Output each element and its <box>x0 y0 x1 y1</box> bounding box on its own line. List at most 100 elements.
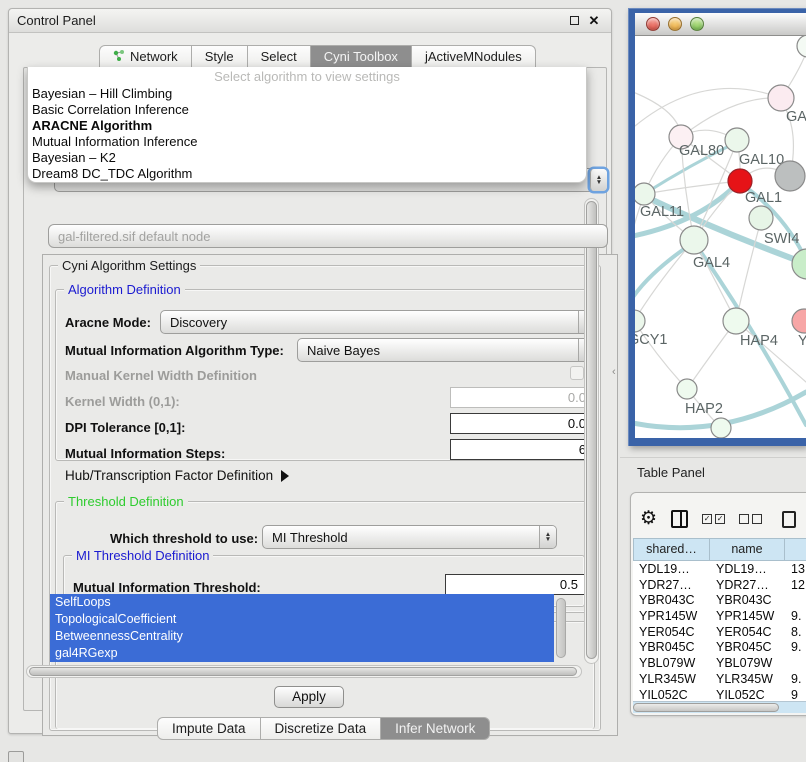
table-cell: YDR27… <box>633 577 710 593</box>
node-partial-top[interactable] <box>797 36 806 57</box>
dropdown-item[interactable]: Bayesian – Hill Climbing <box>28 86 586 102</box>
attribute-item[interactable]: BetweennessCentrality <box>50 628 554 645</box>
attribute-item[interactable]: gal4RGexp <box>50 645 554 662</box>
node-label: GAL80 <box>679 143 724 159</box>
mi-algorithm-type-value: Naive Bayes <box>298 343 578 358</box>
node-swi4[interactable] <box>749 206 773 230</box>
table-horizontal-scrollbar[interactable] <box>633 701 806 713</box>
table-toolbar: ⚙ ✓✓ <box>640 505 806 533</box>
tab-cyni-toolbox[interactable]: Cyni Toolbox <box>311 45 412 68</box>
tab-infer-network[interactable]: Infer Network <box>381 717 490 740</box>
expand-right-icon[interactable] <box>281 470 289 482</box>
node-gray[interactable] <box>775 161 805 191</box>
tab-select[interactable]: Select <box>248 45 311 68</box>
column-header[interactable]: name <box>710 538 785 561</box>
node-gcy1[interactable] <box>635 310 645 332</box>
docked-panel-icon[interactable] <box>8 751 24 762</box>
hub-definition-label: Hub/Transcription Factor Definition <box>65 468 273 483</box>
tab-label: Cyni Toolbox <box>324 49 398 64</box>
table-body: YDL19…YDL19…13YDR27…YDR27…12YBR043CYBR04… <box>633 561 806 702</box>
kernel-width-field[interactable]: 0.0 <box>450 387 593 408</box>
threshold-definition-title: Threshold Definition <box>64 494 188 509</box>
table-row[interactable]: YLR345WYLR345W9. <box>633 671 806 687</box>
table-row[interactable]: YPR145WYPR145W9. <box>633 608 806 624</box>
attribute-item[interactable]: SelfLoops <box>50 594 554 611</box>
hub-definition-expander[interactable]: Hub/Transcription Factor Definition <box>65 468 289 483</box>
table-row[interactable]: YDR27…YDR27…12 <box>633 577 806 593</box>
screen: Control Panel ✕ NetworkStyleSelectCyni T… <box>0 0 806 762</box>
node-gal11[interactable] <box>635 183 655 205</box>
dropdown-item[interactable]: Mutual Information Inference <box>28 134 586 150</box>
network-window-titlebar <box>635 13 806 36</box>
dropdown-item[interactable]: Bayesian – K2 <box>28 150 586 166</box>
cyni-algorithm-settings-title: Cyni Algorithm Settings <box>58 258 200 273</box>
table-row[interactable]: YDL19…YDL19…13 <box>633 561 806 577</box>
column-layout-icon[interactable] <box>671 510 688 528</box>
float-window-icon[interactable] <box>567 14 581 28</box>
attributes-list-scrollbar[interactable] <box>556 598 566 658</box>
node-hap2[interactable] <box>677 379 697 399</box>
mac-close-icon[interactable] <box>646 17 660 31</box>
aracne-mode-combo[interactable]: Discovery ▲▼ <box>160 310 596 334</box>
tab-discretize-data[interactable]: Discretize Data <box>261 717 382 740</box>
combo-stepper-icon[interactable]: ▲▼ <box>590 169 607 191</box>
settings-gear-icon[interactable]: ⚙ <box>640 508 657 530</box>
table-cell: YBR045C <box>710 639 785 655</box>
column-header[interactable]: shared… <box>633 538 710 561</box>
mac-zoom-icon[interactable] <box>690 17 704 31</box>
node-gal-pink[interactable] <box>768 85 794 111</box>
table-cell: YBL079W <box>633 655 710 671</box>
which-threshold-combo[interactable]: MI Threshold ▲▼ <box>262 525 557 549</box>
table-row[interactable]: YER054CYER054C8. <box>633 624 806 640</box>
data-attributes-list[interactable]: SelfLoopsTopologicalCoefficientBetweenne… <box>50 594 554 662</box>
node-gal4[interactable] <box>680 226 708 254</box>
mi-threshold-field[interactable]: 0.5 <box>445 574 585 595</box>
table-cell: YER054C <box>710 624 785 640</box>
column-header[interactable]: A <box>785 538 806 561</box>
combo-stepper-icon[interactable]: ▲▼ <box>539 526 556 548</box>
table-row[interactable]: YIL052CYIL052C9 <box>633 687 806 703</box>
algorithm-dropdown-popup: Select algorithm to view settings Bayesi… <box>27 67 587 183</box>
table-row[interactable]: YBL079WYBL079W <box>633 655 806 671</box>
control-panel-window: Control Panel ✕ NetworkStyleSelectCyni T… <box>8 8 612 734</box>
table-row[interactable]: YBR043CYBR043C <box>633 592 806 608</box>
table-row[interactable]: YBR045CYBR045C9. <box>633 639 806 655</box>
dropdown-item[interactable]: Dream8 DC_TDC Algorithm <box>28 166 586 182</box>
tab-style[interactable]: Style <box>192 45 248 68</box>
table-panel-title: Table Panel <box>637 465 705 480</box>
mac-minimize-icon[interactable] <box>668 17 682 31</box>
mi-steps-field[interactable]: 6 <box>450 439 593 460</box>
tab-jactivemnodules[interactable]: jActiveMNodules <box>412 45 536 68</box>
node-attribute-table[interactable]: shared…nameA YDL19…YDL19…13YDR27…YDR27…1… <box>633 538 806 704</box>
panel-resize-handle[interactable]: ‹ <box>612 366 616 378</box>
dropdown-item[interactable]: Basic Correlation Inference <box>28 102 586 118</box>
node-salmon[interactable] <box>792 309 806 333</box>
node-label: GAL11 <box>640 204 684 220</box>
tab-network[interactable]: Network <box>99 45 192 68</box>
network-source-combo[interactable]: gal-filtered.sif default node <box>48 224 608 248</box>
node-hap4[interactable] <box>723 308 749 334</box>
select-all-icon[interactable]: ✓✓ <box>702 514 725 524</box>
apply-button[interactable]: Apply <box>274 686 344 708</box>
manual-kernel-width-label: Manual Kernel Width Definition <box>65 368 257 383</box>
node-gal10[interactable] <box>725 128 749 152</box>
divider <box>620 457 806 458</box>
attribute-item[interactable]: TopologicalCoefficient <box>50 611 554 628</box>
settings-vertical-scrollbar[interactable] <box>584 198 599 664</box>
network-canvas[interactable]: GALGAL80GAL10GAL1GAL11SWI4GAL4GCY1HAP4YH… <box>635 36 806 438</box>
close-window-icon[interactable]: ✕ <box>587 14 601 28</box>
dropdown-item[interactable]: ARACNE Algorithm <box>28 118 586 134</box>
table-header-row: shared…nameA <box>633 538 806 561</box>
table-function-icon[interactable] <box>782 511 796 528</box>
mi-threshold-label: Mutual Information Threshold: <box>73 580 261 595</box>
network-view-window: GALGAL80GAL10GAL1GAL11SWI4GAL4GCY1HAP4YH… <box>628 8 806 446</box>
network-source-value: gal-filtered.sif default node <box>49 229 607 244</box>
mi-algorithm-type-combo[interactable]: Naive Bayes ▲▼ <box>297 338 596 362</box>
node-partial-bottom[interactable] <box>711 418 731 438</box>
dpi-tolerance-field[interactable]: 0.0 <box>450 413 593 434</box>
deselect-all-icon[interactable] <box>739 514 762 524</box>
manual-kernel-width-checkbox[interactable] <box>570 366 584 380</box>
settings-horizontal-scrollbar[interactable] <box>26 665 582 678</box>
node-big-green[interactable] <box>792 249 806 279</box>
tab-impute-data[interactable]: Impute Data <box>157 717 261 740</box>
